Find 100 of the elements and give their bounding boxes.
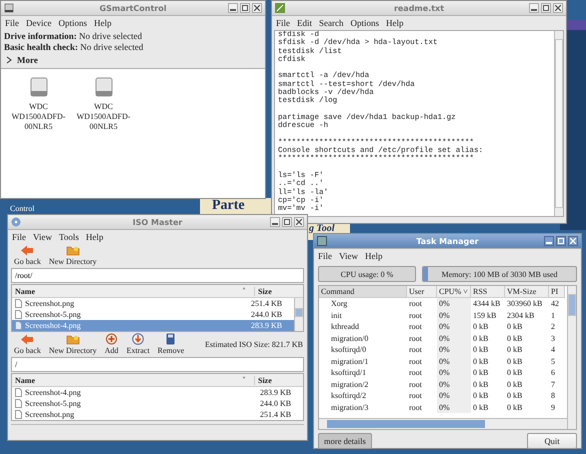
table-cell-text: 8: [550, 390, 556, 402]
menu-item[interactable]: Device: [26, 18, 52, 28]
wallpaper-text: g Tool: [309, 224, 334, 234]
column-header[interactable]: User: [407, 286, 437, 298]
menu-item[interactable]: View: [33, 232, 52, 242]
toolbar-button[interactable]: Extract: [124, 333, 152, 355]
column-header[interactable]: Name: [15, 376, 242, 384]
desktop-icon-label[interactable]: Control: [10, 204, 34, 213]
toolbar-button[interactable]: Go back: [12, 334, 43, 355]
file-row[interactable]: Screenshot-5.png 244.0 KB: [12, 398, 303, 409]
minimize-button[interactable]: [544, 236, 554, 246]
toolbar-button[interactable]: Go back: [12, 245, 43, 266]
file-name: Screenshot.png: [25, 410, 76, 419]
wallpaper-text: Parte: [212, 199, 245, 213]
drive-label[interactable]: WDC WD1500ADFD- 00NLR5: [76, 102, 130, 132]
maximize-icon: [558, 238, 564, 244]
menu-item[interactable]: Options: [58, 18, 88, 28]
vertical-scrollbar[interactable]: [567, 286, 576, 429]
close-icon: [570, 238, 576, 244]
column-header[interactable]: Name: [15, 286, 242, 296]
table-cell-text: 0 kB: [472, 390, 490, 402]
maximize-button[interactable]: [240, 3, 250, 13]
expander-label[interactable]: More: [17, 55, 38, 65]
column-header[interactable]: Command: [319, 286, 407, 298]
column-header[interactable]: Size: [254, 286, 300, 296]
quit-button[interactable]: Quit: [527, 433, 577, 449]
file-size: 283.9 KB: [251, 321, 284, 330]
menu-item[interactable]: Help: [364, 251, 382, 261]
table-cell-text: root: [408, 310, 423, 321]
arrow-circle-icon: [132, 333, 144, 345]
menu-item[interactable]: Help: [94, 18, 112, 28]
file-row[interactable]: Screenshot.png 251.4 KB: [12, 298, 294, 309]
path-field[interactable]: /: [11, 357, 304, 372]
iso-size-text: Estimated ISO Size: 821.7 KB: [205, 340, 303, 348]
vertical-scrollbar[interactable]: [554, 31, 563, 216]
table-cell-text: 0 kB: [506, 402, 524, 413]
file-row[interactable]: Screenshot-4.png 283.9 KB: [12, 387, 303, 398]
table-cell-text: 0 kB: [506, 356, 524, 367]
minimize-button[interactable]: [529, 3, 539, 13]
table-cell-text: 5: [550, 356, 556, 367]
column-header[interactable]: PI: [549, 286, 565, 298]
arrow-left-icon: [20, 334, 34, 345]
table-cell: 0%: [437, 356, 471, 367]
file-row[interactable]: Screenshot.png 251.4 KB: [12, 409, 303, 420]
column-header[interactable]: Size: [254, 376, 300, 384]
toolbar-button[interactable]: Remove: [156, 333, 186, 355]
cpu-usage-bar: CPU usage: 0 %: [318, 266, 416, 282]
table-cell-text: init: [330, 310, 343, 321]
drive-label[interactable]: WDC WD1500ADFD- 00NLR5: [12, 102, 66, 132]
table-cell-text: 4: [550, 344, 556, 356]
menu-item[interactable]: Tools: [58, 232, 79, 242]
maximize-icon: [284, 219, 290, 225]
menu-item[interactable]: File: [276, 18, 290, 28]
menu-item[interactable]: File: [5, 18, 20, 28]
file-size: 283.9 KB: [260, 388, 292, 397]
table-cell-text: 159 kB: [472, 310, 498, 321]
menu-item[interactable]: Help: [386, 18, 404, 28]
column-header[interactable]: RSS: [471, 286, 505, 298]
horizontal-scrollbar[interactable]: [319, 418, 567, 429]
maximize-button[interactable]: [556, 236, 566, 246]
maximize-button[interactable]: [541, 3, 551, 13]
file-row[interactable]: Screenshot-5.png 244.0 KB: [12, 309, 294, 320]
table-cell: 0%: [437, 321, 471, 332]
details-button[interactable]: more details: [318, 433, 372, 449]
toolbar-button[interactable]: New Directory: [46, 334, 99, 355]
table-cell-text: 0 kB: [472, 367, 490, 378]
menu-item[interactable]: File: [12, 232, 26, 242]
expander-icon[interactable]: [6, 56, 13, 64]
table-cell-text: 0 kB: [472, 402, 490, 413]
window-title: Task Manager: [415, 236, 480, 246]
table-cell-text: root: [408, 402, 423, 413]
menu-item[interactable]: Options: [350, 18, 380, 28]
minimize-button[interactable]: [228, 3, 238, 13]
toolbar-button[interactable]: New Directory: [46, 245, 99, 266]
menu-item[interactable]: View: [339, 251, 358, 261]
close-button[interactable]: [294, 217, 304, 227]
close-icon: [296, 219, 302, 225]
close-button[interactable]: [252, 3, 262, 13]
file-name: Screenshot.png: [25, 299, 76, 308]
column-header[interactable]: VM-Size: [505, 286, 549, 298]
hard-drive-icon[interactable]: [30, 77, 48, 97]
menu-item[interactable]: Search: [319, 18, 344, 28]
table-cell-text: 3: [550, 332, 556, 344]
plus-circle-icon: [106, 333, 118, 345]
vertical-scrollbar[interactable]: [294, 298, 303, 331]
menu-item[interactable]: Help: [86, 232, 104, 242]
table-cell-text: 303960 kB: [506, 298, 544, 310]
file-name: Screenshot-4.png: [25, 321, 82, 330]
column-header[interactable]: CPU% ˅: [437, 286, 471, 298]
toolbar-button[interactable]: Add: [102, 333, 120, 355]
hard-drive-icon[interactable]: [94, 77, 112, 97]
table-cell-text: 0 kB: [472, 321, 490, 332]
menu-item[interactable]: Edit: [297, 18, 312, 28]
path-field[interactable]: /root/: [11, 268, 304, 283]
table-cell-text: 0 kB: [472, 344, 490, 356]
menu-item[interactable]: File: [318, 251, 332, 261]
close-button[interactable]: [568, 236, 578, 246]
close-button[interactable]: [553, 3, 563, 13]
minimize-button[interactable]: [270, 217, 280, 227]
maximize-button[interactable]: [282, 217, 292, 227]
